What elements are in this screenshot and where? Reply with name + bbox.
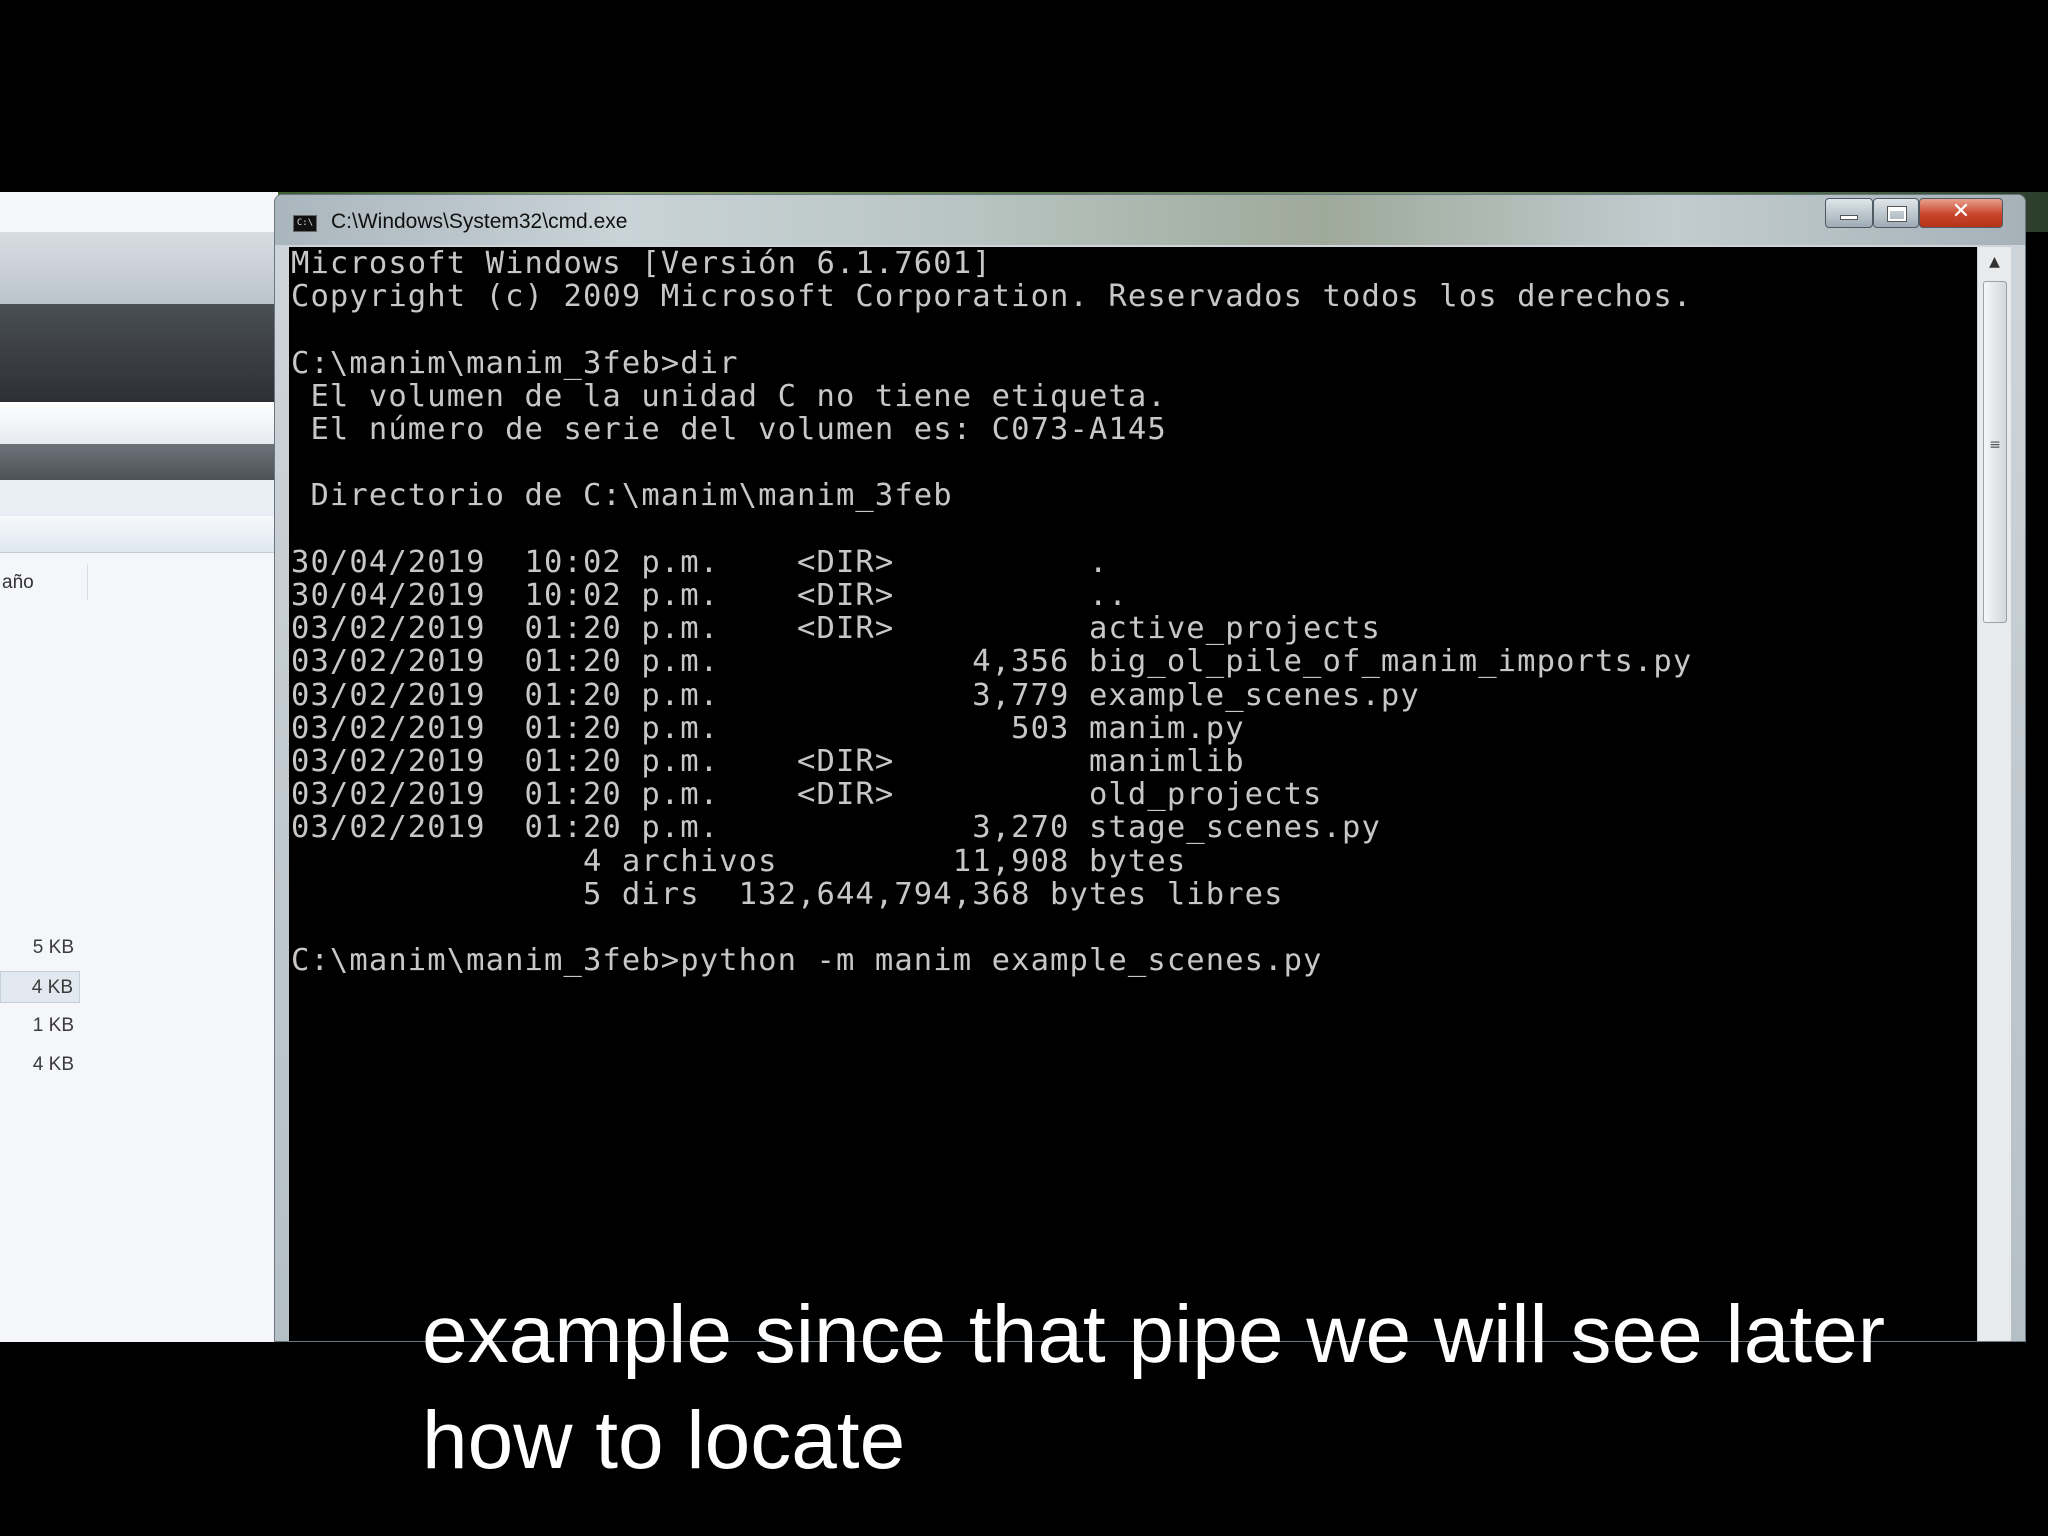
explorer-titlebar bbox=[0, 232, 278, 305]
vertical-scrollbar[interactable]: ▲ ≡ bbox=[1977, 247, 2011, 1341]
scrollbar-thumb[interactable]: ≡ bbox=[1983, 281, 2007, 623]
file-size-cell[interactable]: 4 KB bbox=[0, 1049, 80, 1081]
console-line: 03/02/2019 01:20 p.m. 3,779 example_scen… bbox=[291, 677, 1420, 713]
console-line: 03/02/2019 01:20 p.m. <DIR> active_proje… bbox=[291, 611, 1381, 647]
explorer-menu-bar bbox=[0, 444, 278, 480]
console-line: 30/04/2019 10:02 p.m. <DIR> .. bbox=[291, 578, 1128, 614]
console-line: C:\manim\manim_3feb>dir bbox=[291, 345, 739, 381]
console-line: Microsoft Windows [Versión 6.1.7601] bbox=[291, 247, 992, 281]
maximize-icon bbox=[1887, 206, 1907, 222]
scroll-up-icon[interactable]: ▲ bbox=[1978, 247, 2011, 277]
console-line: Copyright (c) 2009 Microsoft Corporation… bbox=[291, 279, 1693, 315]
console-line: C:\manim\manim_3feb>python -m manim exam… bbox=[291, 943, 1323, 979]
cmd-window: C:\ C:\Windows\System32\cmd.exe ✕ Micros… bbox=[274, 194, 2026, 1342]
console-line: 03/02/2019 01:20 p.m. <DIR> old_projects bbox=[291, 777, 1323, 813]
console-line: 03/02/2019 01:20 p.m. 3,270 stage_scenes… bbox=[291, 810, 1381, 846]
file-size-cell-selected[interactable]: 4 KB bbox=[0, 971, 80, 1003]
screen: año 5 KB 4 KB 1 KB 4 KB C:\ C:\Windows\S… bbox=[0, 0, 2048, 1536]
console-line: 30/04/2019 10:02 p.m. <DIR> . bbox=[291, 544, 1109, 580]
explorer-command-bar bbox=[0, 516, 278, 553]
grip-icon: ≡ bbox=[1989, 437, 2001, 453]
console-line: El número de serie del volumen es: C073-… bbox=[291, 412, 1167, 448]
subtitle-text: example since that pipe we will see late… bbox=[422, 1289, 1886, 1486]
column-header-size[interactable]: año bbox=[0, 564, 88, 600]
window-title: C:\Windows\System32\cmd.exe bbox=[331, 210, 628, 233]
console-text: Microsoft Windows [Versión 6.1.7601] Cop… bbox=[289, 247, 1977, 977]
cmd-titlebar[interactable]: C:\ C:\Windows\System32\cmd.exe ✕ bbox=[275, 195, 2025, 245]
file-explorer-window: año 5 KB 4 KB 1 KB 4 KB bbox=[0, 192, 278, 1342]
console-line: Directorio de C:\manim\manim_3feb bbox=[291, 478, 953, 514]
console-line: El volumen de la unidad C no tiene etiqu… bbox=[291, 378, 1167, 414]
close-icon: ✕ bbox=[1951, 199, 1971, 224]
cmd-icon[interactable]: C:\ bbox=[293, 215, 317, 232]
console-output[interactable]: Microsoft Windows [Versión 6.1.7601] Cop… bbox=[289, 247, 1977, 1341]
explorer-spacer bbox=[0, 480, 278, 516]
explorer-toolbar bbox=[0, 304, 278, 402]
close-button[interactable]: ✕ bbox=[1919, 198, 2003, 228]
console-line: 03/02/2019 01:20 p.m. 503 manim.py bbox=[291, 710, 1245, 746]
console-line: 03/02/2019 01:20 p.m. 4,356 big_ol_pile_… bbox=[291, 644, 1693, 680]
file-size-cell[interactable]: 5 KB bbox=[0, 932, 80, 964]
console-line: 5 dirs 132,644,794,368 bytes libres bbox=[291, 876, 1284, 912]
file-size-cell[interactable]: 1 KB bbox=[0, 1010, 80, 1042]
console-line: 4 archivos 11,908 bytes bbox=[291, 843, 1187, 879]
minimize-icon bbox=[1840, 215, 1858, 220]
minimize-button[interactable] bbox=[1825, 198, 1873, 228]
console-line: 03/02/2019 01:20 p.m. <DIR> manimlib bbox=[291, 744, 1245, 780]
maximize-button[interactable] bbox=[1873, 198, 1919, 228]
explorer-address-bar bbox=[0, 402, 278, 445]
